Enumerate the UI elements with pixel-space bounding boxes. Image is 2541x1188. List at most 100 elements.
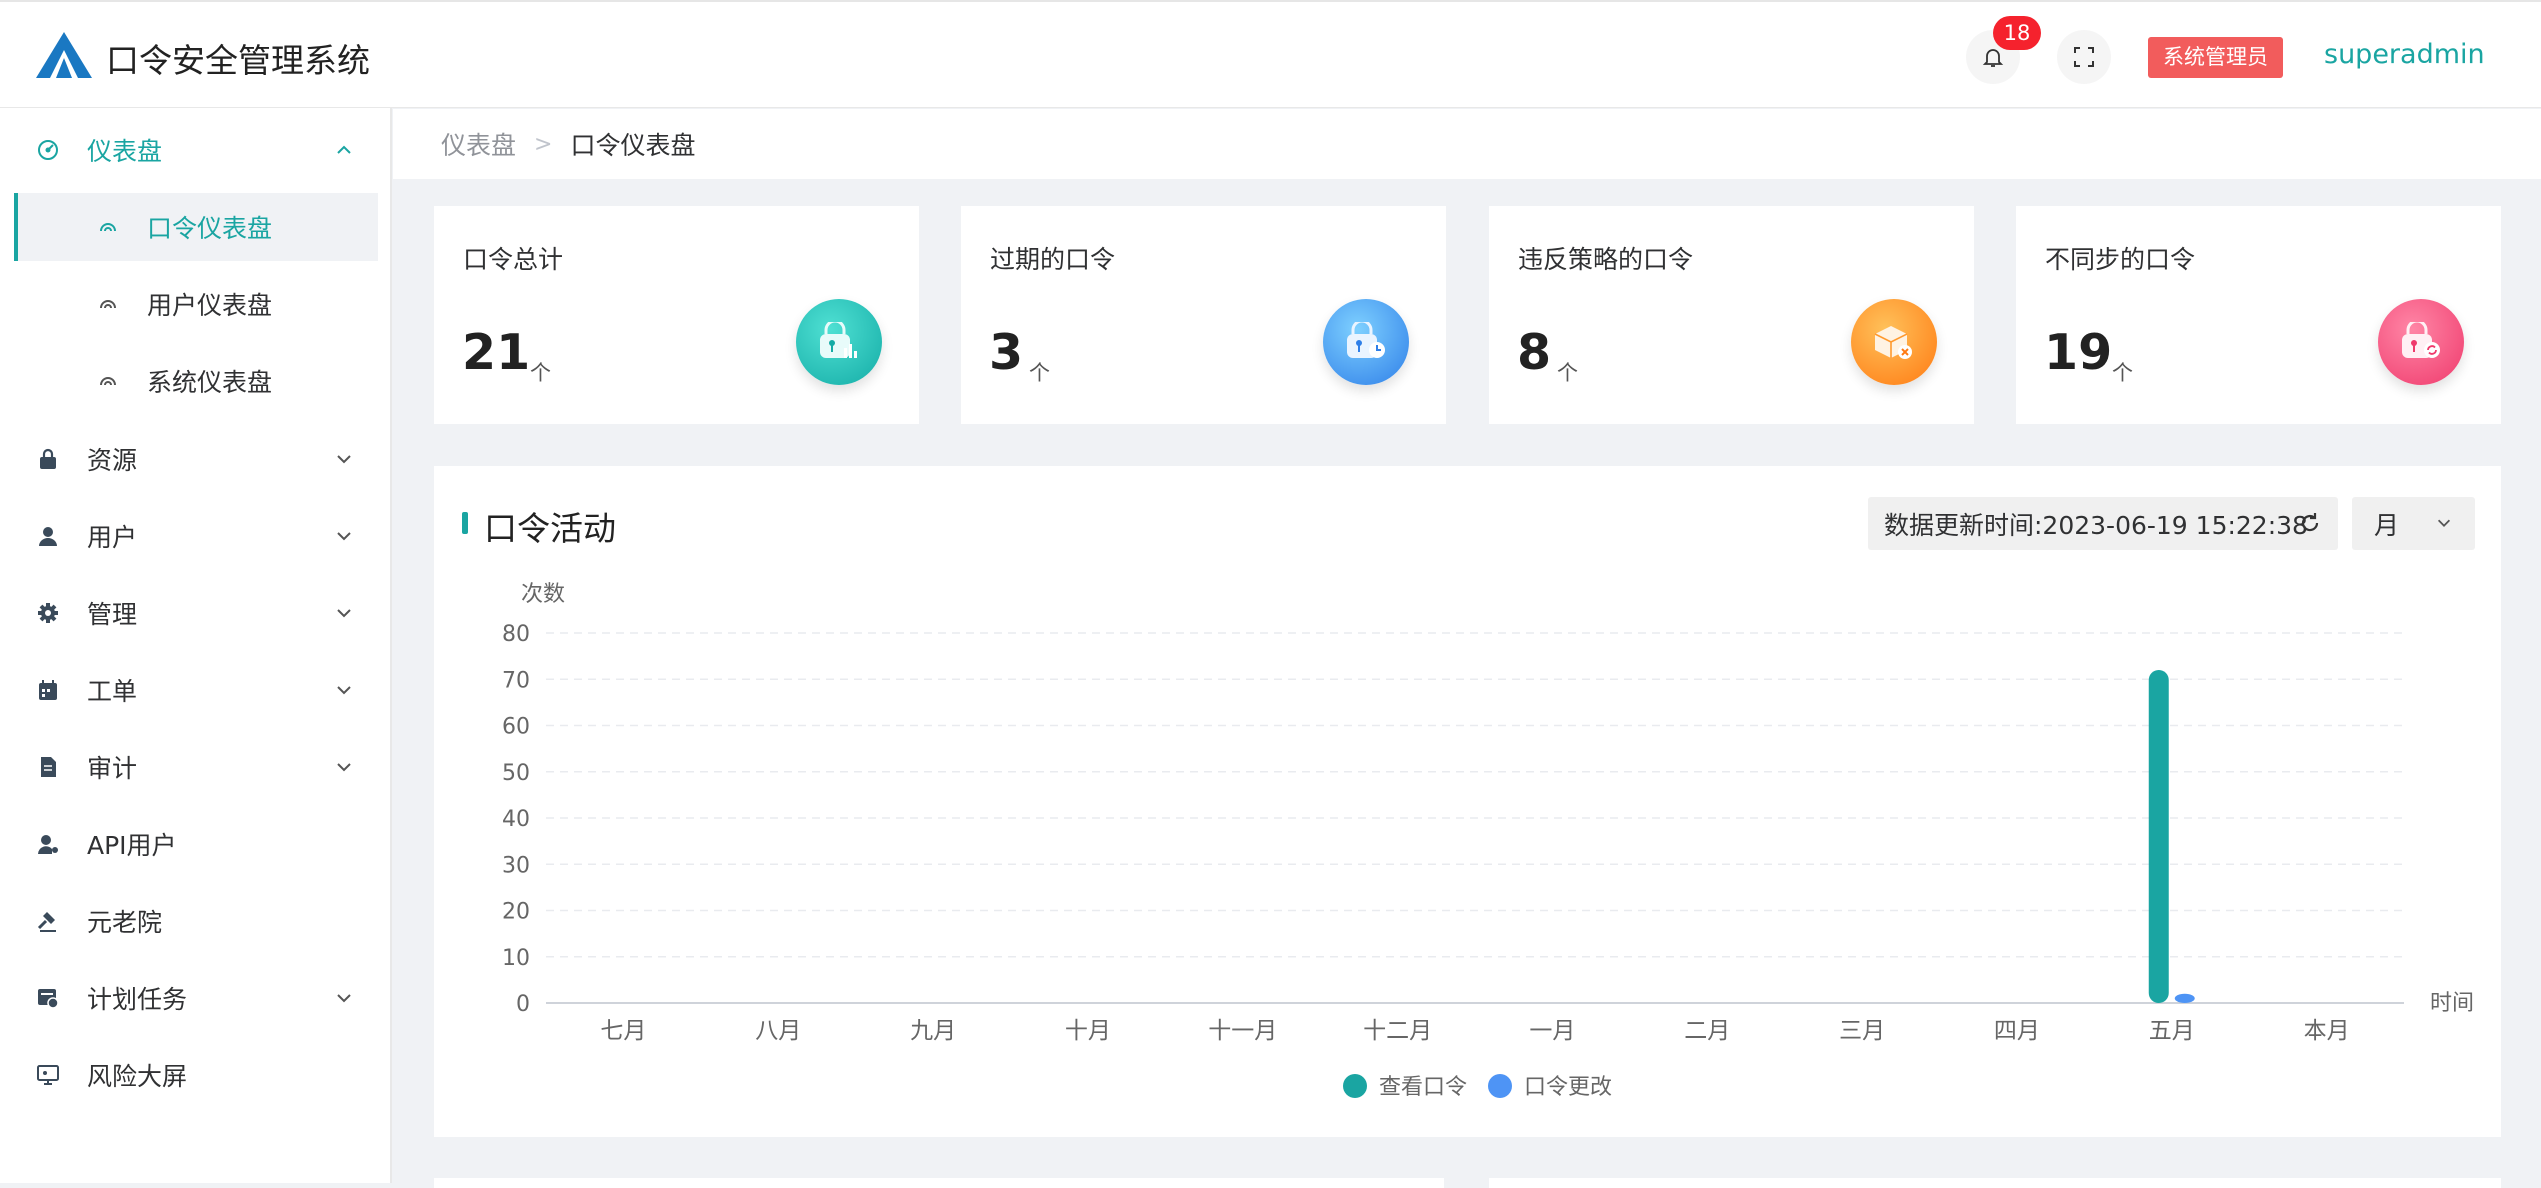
update-time-text: 数据更新时间:2023-06-19 15:22:38 bbox=[1884, 510, 2308, 540]
chevron-down-icon bbox=[2437, 519, 2451, 527]
sidebar-item-management[interactable]: 管理 bbox=[0, 578, 392, 648]
dashboard-icon bbox=[34, 136, 62, 164]
sidebar-item-api-users[interactable]: API用户 bbox=[0, 809, 392, 879]
stat-title: 过期的口令 bbox=[990, 245, 1116, 274]
y-tick-label: 50 bbox=[502, 761, 530, 786]
sidebar-item-resources[interactable]: 资源 bbox=[0, 424, 392, 494]
period-value: 月 bbox=[2374, 510, 2400, 540]
sidebar-item-users[interactable]: 用户 bbox=[0, 501, 392, 571]
lock-chart-icon bbox=[796, 299, 882, 385]
x-tick-label: 七月 bbox=[600, 1018, 646, 1044]
legend-marker bbox=[1343, 1074, 1367, 1098]
sidebar-subitem-password-dashboard[interactable]: 口令仪表盘 bbox=[14, 193, 378, 261]
stat-card-total-passwords: 口令总计 21 个 bbox=[434, 206, 919, 424]
x-tick-label: 四月 bbox=[1994, 1018, 2040, 1044]
gauge-icon bbox=[100, 377, 116, 386]
stat-unit: 个 bbox=[530, 361, 551, 385]
stat-title: 不同步的口令 bbox=[2045, 245, 2196, 274]
x-tick-label: 十二月 bbox=[1363, 1018, 1432, 1044]
stat-value: 3 bbox=[989, 324, 1024, 381]
y-tick-label: 10 bbox=[502, 946, 530, 971]
y-tick-label: 70 bbox=[502, 668, 530, 693]
sidebar-subitem-label: 系统仪表盘 bbox=[147, 368, 273, 397]
sidebar-item-label: 工单 bbox=[87, 677, 138, 706]
role-badge: 系统管理员 bbox=[2148, 37, 2283, 78]
breadcrumb-separator: > bbox=[534, 131, 553, 157]
sidebar-subitem-user-dashboard[interactable]: 用户仪表盘 bbox=[14, 270, 378, 338]
sidebar-item-audit[interactable]: 审计 bbox=[0, 732, 392, 802]
lock-clock-icon bbox=[1323, 299, 1409, 385]
chevron-down-icon bbox=[337, 763, 351, 772]
y-axis-label: 次数 bbox=[521, 582, 565, 607]
bar bbox=[2174, 993, 2195, 1003]
sidebar-item-dashboard[interactable]: 仪表盘 bbox=[0, 115, 392, 185]
monitor-icon bbox=[34, 1061, 62, 1089]
x-axis-label: 时间 bbox=[2430, 991, 2474, 1016]
sidebar-item-label: 管理 bbox=[87, 600, 138, 629]
x-tick-label: 本月 bbox=[2304, 1018, 2350, 1044]
y-tick-label: 0 bbox=[516, 992, 530, 1017]
bell-icon bbox=[1982, 49, 2004, 67]
gear-icon bbox=[34, 599, 62, 627]
sidebar-item-senate[interactable]: 元老院 bbox=[0, 886, 392, 956]
schedule-icon bbox=[34, 984, 62, 1012]
data-update-time: 数据更新时间:2023-06-19 15:22:38 bbox=[1868, 497, 2338, 550]
legend-label: 查看口令 bbox=[1379, 1075, 1467, 1100]
stat-title: 口令总计 bbox=[463, 245, 564, 274]
y-tick-label: 80 bbox=[502, 622, 530, 647]
chevron-down-icon bbox=[337, 532, 351, 541]
stat-title: 违反策略的口令 bbox=[1518, 245, 1694, 274]
box-error-icon bbox=[1851, 299, 1937, 385]
breadcrumb: 仪表盘 > 口令仪表盘 bbox=[393, 109, 2541, 179]
legend-marker bbox=[1488, 1074, 1512, 1098]
user-menu[interactable]: superadmin bbox=[2324, 39, 2485, 70]
refresh-icon[interactable] bbox=[2298, 511, 2322, 535]
sidebar-item-label: 资源 bbox=[87, 446, 138, 475]
sidebar-subitem-system-dashboard[interactable]: 系统仪表盘 bbox=[14, 347, 378, 415]
fullscreen-button[interactable] bbox=[2057, 30, 2111, 84]
chevron-down-icon bbox=[337, 455, 351, 464]
period-select[interactable]: 月 bbox=[2352, 497, 2475, 550]
user-icon bbox=[34, 522, 62, 550]
gauge-icon bbox=[100, 300, 116, 309]
sidebar-item-risk-screen[interactable]: 风险大屏 bbox=[0, 1040, 392, 1110]
panel-title-marker bbox=[462, 512, 468, 534]
api-user-icon bbox=[34, 830, 62, 858]
sidebar: 仪表盘 口令仪表盘 用户仪表盘 系统仪表盘 资源 用户 管理 工单 审计 API… bbox=[0, 108, 392, 1183]
document-icon bbox=[34, 753, 62, 781]
stat-unit: 个 bbox=[1557, 361, 1578, 385]
fullscreen-icon bbox=[2074, 47, 2094, 67]
panel-title: 口令活动 bbox=[484, 509, 616, 548]
y-tick-label: 60 bbox=[502, 715, 530, 740]
stat-unit: 个 bbox=[2112, 361, 2133, 385]
sidebar-item-label: 用户 bbox=[87, 523, 138, 552]
sidebar-item-scheduled-tasks[interactable]: 计划任务 bbox=[0, 963, 392, 1033]
sidebar-item-tickets[interactable]: 工单 bbox=[0, 655, 392, 725]
x-tick-label: 二月 bbox=[1684, 1018, 1730, 1044]
app-logo bbox=[36, 32, 92, 78]
gavel-icon bbox=[34, 907, 62, 935]
stat-card-expired-passwords: 过期的口令 3 个 bbox=[961, 206, 1446, 424]
x-tick-label: 五月 bbox=[2149, 1018, 2195, 1044]
sidebar-item-label: 元老院 bbox=[87, 908, 163, 937]
x-tick-label: 十月 bbox=[1065, 1018, 1111, 1044]
app-title: 口令安全管理系统 bbox=[106, 41, 370, 80]
x-tick-label: 八月 bbox=[755, 1018, 801, 1044]
x-tick-label: 一月 bbox=[1529, 1018, 1575, 1044]
gauge-icon bbox=[100, 223, 116, 232]
stat-value: 8 bbox=[1517, 324, 1552, 381]
stat-value: 21 bbox=[462, 324, 531, 381]
legend-label: 口令更改 bbox=[1524, 1075, 1612, 1100]
breadcrumb-parent[interactable]: 仪表盘 bbox=[441, 126, 516, 162]
bottom-panel-right bbox=[1489, 1178, 2501, 1188]
sidebar-item-label: 仪表盘 bbox=[87, 137, 163, 166]
stat-card-unsynced-passwords: 不同步的口令 19 个 bbox=[2016, 206, 2501, 424]
sidebar-subitem-label: 用户仪表盘 bbox=[147, 291, 273, 320]
notification-badge: 18 bbox=[1993, 16, 2041, 50]
sidebar-item-label: 计划任务 bbox=[87, 985, 188, 1014]
bar bbox=[2148, 670, 2169, 1003]
y-tick-label: 40 bbox=[502, 807, 530, 832]
x-tick-label: 九月 bbox=[910, 1018, 956, 1044]
stat-value: 19 bbox=[2044, 324, 2113, 381]
calendar-icon bbox=[34, 676, 62, 704]
